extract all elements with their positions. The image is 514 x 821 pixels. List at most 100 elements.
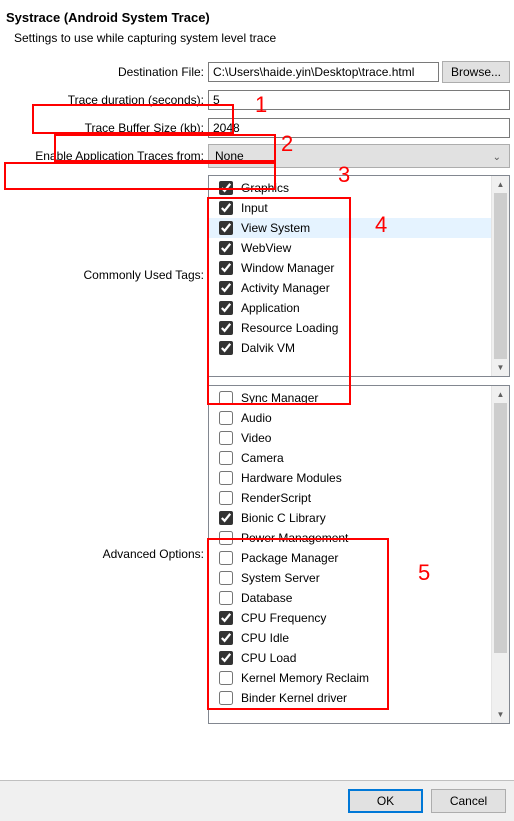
- app-traces-value: None: [215, 149, 244, 163]
- list-item[interactable]: Resource Loading: [209, 318, 491, 338]
- list-item[interactable]: Dalvik VM: [209, 338, 491, 358]
- list-item-label: Database: [241, 591, 292, 605]
- buffer-input[interactable]: [208, 118, 510, 138]
- list-item-label: Kernel Memory Reclaim: [241, 671, 369, 685]
- list-item-label: Window Manager: [241, 261, 334, 275]
- common-tags-label: Commonly Used Tags:: [4, 175, 208, 375]
- checkbox[interactable]: [219, 511, 233, 525]
- list-item[interactable]: RenderScript: [209, 488, 491, 508]
- list-item[interactable]: Sync Manager: [209, 388, 491, 408]
- checkbox[interactable]: [219, 241, 233, 255]
- list-item-label: Camera: [241, 451, 284, 465]
- list-item[interactable]: Video: [209, 428, 491, 448]
- list-item-label: View System: [241, 221, 310, 235]
- checkbox[interactable]: [219, 391, 233, 405]
- list-item[interactable]: Application: [209, 298, 491, 318]
- scroll-up-icon[interactable]: ▲: [492, 176, 509, 193]
- list-item[interactable]: CPU Load: [209, 648, 491, 668]
- checkbox[interactable]: [219, 571, 233, 585]
- scrollbar[interactable]: ▲ ▼: [491, 386, 509, 723]
- list-item[interactable]: CPU Idle: [209, 628, 491, 648]
- list-item-label: Application: [241, 301, 300, 315]
- duration-label: Trace duration (seconds):: [4, 93, 208, 107]
- list-item[interactable]: Input: [209, 198, 491, 218]
- checkbox[interactable]: [219, 281, 233, 295]
- list-item-label: WebView: [241, 241, 291, 255]
- app-traces-dropdown[interactable]: None ⌄: [208, 144, 510, 168]
- list-item[interactable]: System Server: [209, 568, 491, 588]
- list-item[interactable]: Bionic C Library: [209, 508, 491, 528]
- list-item-label: Sync Manager: [241, 391, 318, 405]
- checkbox[interactable]: [219, 201, 233, 215]
- advanced-options-listbox[interactable]: Sync Manager Audio Video Camera Hardware Mod…: [208, 385, 510, 724]
- checkbox[interactable]: [219, 591, 233, 605]
- checkbox[interactable]: [219, 611, 233, 625]
- list-item[interactable]: Audio: [209, 408, 491, 428]
- buffer-label: Trace Buffer Size (kb):: [4, 121, 208, 135]
- list-item[interactable]: Graphics: [209, 178, 491, 198]
- app-traces-label: Enable Application Traces from:: [4, 149, 208, 163]
- checkbox[interactable]: [219, 531, 233, 545]
- list-item-label: CPU Idle: [241, 631, 289, 645]
- scroll-down-icon[interactable]: ▼: [492, 359, 509, 376]
- list-item[interactable]: Window Manager: [209, 258, 491, 278]
- checkbox[interactable]: [219, 691, 233, 705]
- list-item-label: CPU Frequency: [241, 611, 326, 625]
- checkbox[interactable]: [219, 451, 233, 465]
- dialog-title: Systrace (Android System Trace): [4, 8, 510, 27]
- list-item[interactable]: Database: [209, 588, 491, 608]
- checkbox[interactable]: [219, 551, 233, 565]
- advanced-options-label: Advanced Options:: [4, 385, 208, 722]
- scroll-down-icon[interactable]: ▼: [492, 706, 509, 723]
- duration-input[interactable]: [208, 90, 510, 110]
- list-item-label: System Server: [241, 571, 320, 585]
- list-item-label: Bionic C Library: [241, 511, 326, 525]
- checkbox[interactable]: [219, 431, 233, 445]
- list-item-label: Resource Loading: [241, 321, 338, 335]
- list-item-label: Audio: [241, 411, 272, 425]
- list-item[interactable]: WebView: [209, 238, 491, 258]
- checkbox[interactable]: [219, 301, 233, 315]
- list-item[interactable]: CPU Frequency: [209, 608, 491, 628]
- chevron-down-icon: ⌄: [493, 152, 501, 163]
- list-item-label: Package Manager: [241, 551, 338, 565]
- checkbox[interactable]: [219, 471, 233, 485]
- checkbox[interactable]: [219, 261, 233, 275]
- list-item-label: Video: [241, 431, 271, 445]
- list-item[interactable]: Package Manager: [209, 548, 491, 568]
- list-item-label: Binder Kernel driver: [241, 691, 347, 705]
- checkbox[interactable]: [219, 321, 233, 335]
- list-item[interactable]: View System: [209, 218, 491, 238]
- checkbox[interactable]: [219, 631, 233, 645]
- checkbox[interactable]: [219, 341, 233, 355]
- list-item-label: Power Management: [241, 531, 348, 545]
- scrollbar[interactable]: ▲ ▼: [491, 176, 509, 376]
- checkbox[interactable]: [219, 181, 233, 195]
- checkbox[interactable]: [219, 221, 233, 235]
- checkbox[interactable]: [219, 491, 233, 505]
- list-item-label: Graphics: [241, 181, 289, 195]
- dialog-subtitle: Settings to use while capturing system l…: [4, 27, 510, 61]
- list-item-label: Input: [241, 201, 268, 215]
- list-item-label: Activity Manager: [241, 281, 330, 295]
- list-item[interactable]: Hardware Modules: [209, 468, 491, 488]
- scroll-up-icon[interactable]: ▲: [492, 386, 509, 403]
- checkbox[interactable]: [219, 411, 233, 425]
- list-item-label: Hardware Modules: [241, 471, 342, 485]
- list-item[interactable]: Binder Kernel driver: [209, 688, 491, 708]
- destination-input[interactable]: [208, 62, 439, 82]
- list-item[interactable]: Power Management: [209, 528, 491, 548]
- common-tags-listbox[interactable]: Graphics Input View System WebView Window Ma…: [208, 175, 510, 377]
- checkbox[interactable]: [219, 651, 233, 665]
- cancel-button[interactable]: Cancel: [431, 789, 506, 813]
- list-item[interactable]: Activity Manager: [209, 278, 491, 298]
- ok-button[interactable]: OK: [348, 789, 423, 813]
- checkbox[interactable]: [219, 671, 233, 685]
- list-item-label: CPU Load: [241, 651, 296, 665]
- browse-button[interactable]: Browse...: [442, 61, 510, 83]
- destination-label: Destination File:: [4, 65, 208, 79]
- list-item-label: Dalvik VM: [241, 341, 295, 355]
- list-item[interactable]: Camera: [209, 448, 491, 468]
- list-item-label: RenderScript: [241, 491, 311, 505]
- list-item[interactable]: Kernel Memory Reclaim: [209, 668, 491, 688]
